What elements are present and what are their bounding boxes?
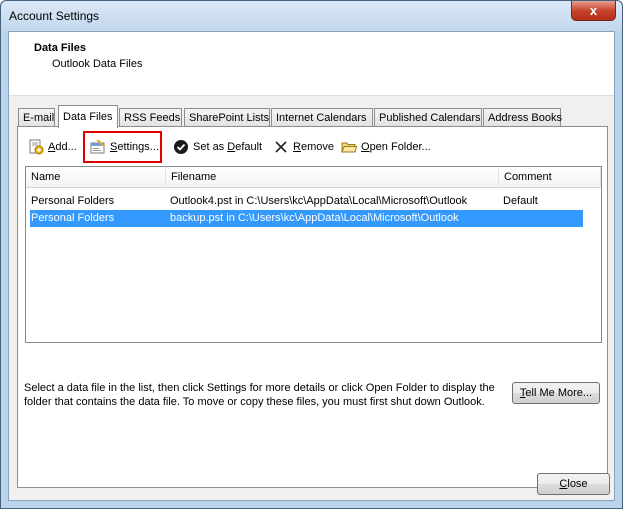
list-row[interactable]: Personal Folders Outlook4.pst in C:\User… — [30, 193, 583, 210]
title-bar[interactable]: Account Settings x — [1, 1, 622, 31]
window-close-button[interactable]: x — [571, 1, 616, 21]
tab-internet-calendars[interactable]: Internet Calendars — [271, 108, 373, 127]
close-button[interactable]: Close — [537, 473, 610, 495]
tab-published-calendars[interactable]: Published Calendars — [374, 108, 482, 127]
column-header-filename[interactable]: Filename — [166, 167, 499, 188]
column-header-comment[interactable]: Comment — [499, 167, 601, 188]
remove-x-icon — [273, 139, 289, 155]
close-icon: x — [589, 3, 598, 18]
row-name: Personal Folders — [31, 195, 115, 207]
set-as-default-label: Set as Default — [193, 141, 263, 153]
row-filename: Outlook4.pst in C:\Users\kc\AppData\Loca… — [170, 195, 468, 207]
column-header-name[interactable]: Name — [26, 167, 166, 188]
open-folder-label: Open Folder... — [361, 141, 431, 153]
list-header: Name Filename Comment — [26, 167, 601, 188]
set-as-default-button[interactable]: Set as Default — [173, 135, 262, 159]
tab-email[interactable]: E-mail — [18, 108, 55, 127]
dialog-header: Data Files Outlook Data Files — [9, 32, 614, 96]
add-button-label: Add... — [48, 141, 77, 153]
account-settings-window: Account Settings x Data Files Outlook Da… — [0, 0, 623, 509]
remove-button[interactable]: Remove — [273, 135, 334, 159]
row-name: Personal Folders — [31, 212, 115, 224]
add-button[interactable]: Add... — [28, 135, 77, 159]
row-filename: backup.pst in C:\Users\kc\AppData\Local\… — [170, 212, 459, 224]
settings-icon — [90, 139, 106, 155]
tell-me-more-button[interactable]: Tell Me More... — [512, 382, 600, 404]
check-circle-icon — [173, 139, 189, 155]
tab-rss-feeds[interactable]: RSS Feeds — [119, 108, 182, 127]
row-comment: Default — [503, 195, 538, 207]
settings-button[interactable]: Settings... — [90, 135, 159, 159]
header-subtitle: Outlook Data Files — [52, 58, 143, 70]
open-folder-button[interactable]: Open Folder... — [341, 135, 431, 159]
close-button-label: Close — [559, 478, 588, 490]
add-data-file-icon — [28, 139, 44, 155]
remove-button-label: Remove — [293, 141, 334, 153]
tab-data-files[interactable]: Data Files — [58, 105, 118, 128]
list-row-selected[interactable]: Personal Folders backup.pst in C:\Users\… — [30, 210, 583, 227]
data-files-toolbar: Add... Settings... Set as Default Remove… — [18, 131, 607, 163]
header-title: Data Files — [34, 42, 86, 54]
help-text: Select a data file in the list, then cli… — [24, 382, 495, 408]
tab-address-books[interactable]: Address Books — [483, 108, 562, 127]
data-files-panel: Add... Settings... Set as Default Remove… — [17, 126, 608, 488]
window-title: Account Settings — [9, 9, 100, 23]
tab-sharepoint-lists[interactable]: SharePoint Lists — [184, 108, 270, 127]
folder-icon — [341, 139, 357, 155]
tell-me-more-label: Tell Me More... — [519, 387, 593, 399]
settings-button-label: Settings... — [110, 141, 159, 153]
data-files-list[interactable]: Name Filename Comment Personal Folders O… — [25, 166, 602, 343]
dialog-client-area: Data Files Outlook Data Files E-mail Dat… — [8, 31, 615, 501]
